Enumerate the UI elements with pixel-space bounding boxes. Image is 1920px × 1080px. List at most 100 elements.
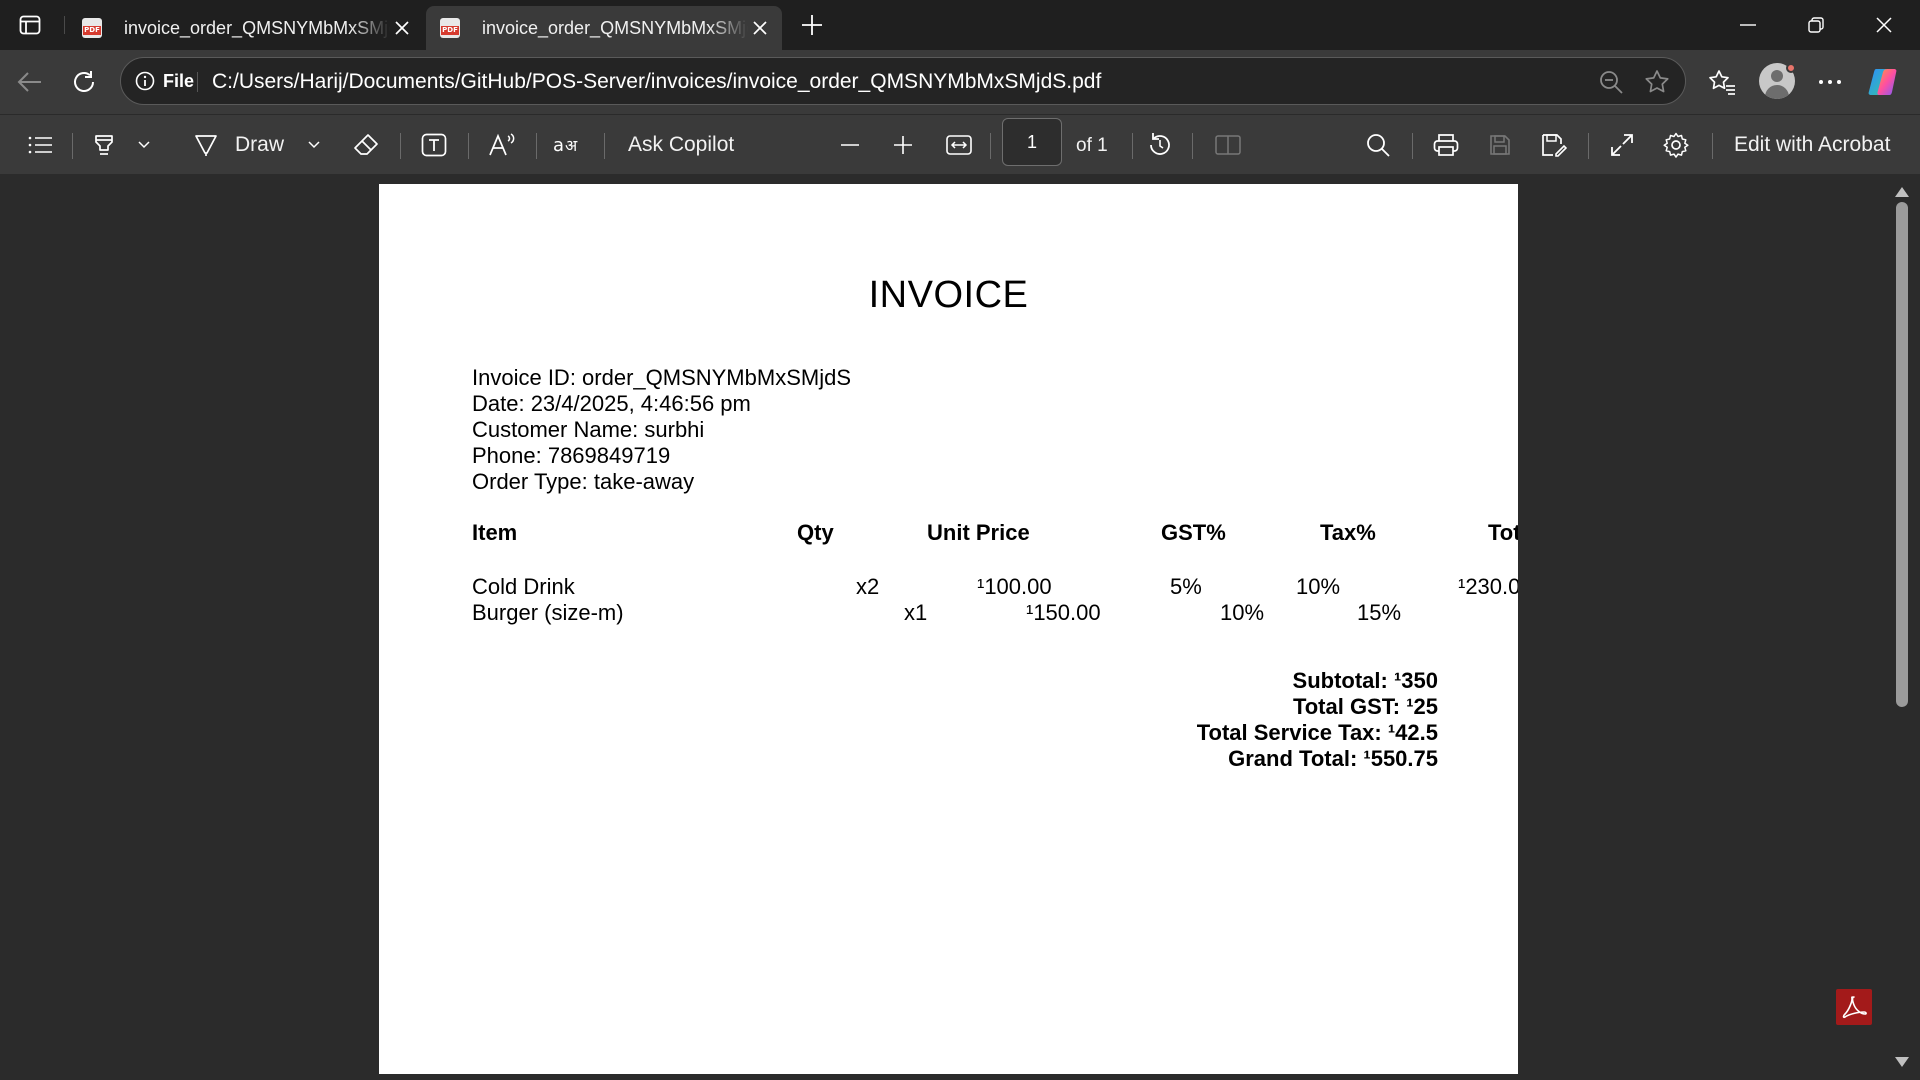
row-1-total: ¹230.0 [1458, 574, 1518, 599]
column-header-gst: GST% [1161, 520, 1226, 545]
adobe-acrobat-button[interactable] [1836, 989, 1872, 1025]
pdf-icon: PDF [440, 18, 460, 38]
close-window-button[interactable] [1856, 0, 1912, 50]
page-number-input[interactable] [1002, 118, 1062, 166]
zoom-button[interactable] [1597, 68, 1625, 96]
copilot-button[interactable] [1866, 64, 1902, 100]
favorite-button[interactable] [1643, 68, 1671, 96]
close-icon [753, 21, 767, 35]
print-button[interactable] [1430, 129, 1462, 161]
save-as-button[interactable] [1538, 129, 1570, 161]
gear-icon [1663, 132, 1689, 158]
invoice-id: Invoice ID: order_QMSNYMbMxSMjdS [472, 365, 851, 390]
close-tab-button[interactable] [390, 16, 414, 40]
highlight-button[interactable] [88, 129, 120, 161]
expand-icon [1611, 134, 1633, 156]
favorites-button[interactable] [1704, 64, 1740, 100]
minimize-button[interactable] [1720, 0, 1776, 50]
row-2-tax: 15% [1357, 600, 1402, 625]
toolbar-divider [1192, 133, 1193, 159]
scroll-up-button[interactable] [1894, 185, 1910, 199]
minus-icon [841, 144, 859, 146]
add-text-button[interactable] [418, 129, 450, 161]
fit-width-icon [946, 135, 972, 155]
row-1-qty: x2 [856, 574, 880, 599]
toolbar-divider [1412, 133, 1413, 159]
fit-to-width-button[interactable] [943, 129, 975, 161]
row-2-item: Burger (size-m) [472, 600, 624, 625]
scrollbar-thumb[interactable] [1896, 202, 1908, 707]
close-tab-button[interactable] [748, 16, 772, 40]
column-header-qty: Qty [797, 520, 834, 545]
more-icon [1819, 80, 1841, 84]
page-total: of 1 [1076, 135, 1108, 156]
toolbar-divider [1588, 133, 1589, 159]
print-icon [1433, 134, 1459, 156]
invoice-date: Date: 23/4/2025, 4:46:56 pm [472, 391, 751, 416]
svg-text:अ: अ [565, 136, 578, 155]
chevron-down-icon [138, 141, 150, 149]
settings-more-button[interactable] [1812, 64, 1848, 100]
row-2-gst: 10% [1220, 600, 1265, 625]
chevron-down-icon [308, 141, 320, 149]
highlighter-icon [95, 135, 113, 155]
draw-button[interactable]: Draw [235, 133, 284, 157]
rotate-icon [1150, 133, 1170, 155]
address-bar[interactable]: File C:/Users/Harij/Documents/GitHub/POS… [120, 57, 1686, 105]
rotate-button[interactable] [1144, 129, 1176, 161]
save-as-icon [1542, 134, 1567, 157]
scroll-down-button[interactable] [1894, 1055, 1910, 1069]
draw-icon-button[interactable] [190, 129, 222, 161]
tab-actions-button[interactable] [14, 11, 46, 39]
column-header-unit-price: Unit Price [927, 520, 1030, 545]
read-aloud-button[interactable] [486, 129, 518, 161]
toolbar-divider [1712, 133, 1713, 159]
new-tab-button[interactable] [796, 9, 828, 41]
total-gst: Total GST: ¹25 [1292, 694, 1438, 719]
pdf-settings-button[interactable] [1660, 129, 1692, 161]
draw-options-dropdown[interactable] [298, 129, 330, 161]
navigation-bar: File C:/Users/Harij/Documents/GitHub/POS… [0, 50, 1920, 114]
zoom-out-icon [1600, 71, 1623, 94]
invoice-title: INVOICE [868, 274, 1029, 316]
page-view-button[interactable] [1212, 129, 1244, 161]
save-icon [1490, 135, 1510, 155]
address-divider [197, 72, 198, 92]
tab-title: invoice_order_QMSNYMbMxSMjdS.pdf [124, 17, 390, 38]
row-2-unit-price: ¹150.00 [1026, 600, 1101, 625]
ask-copilot-button[interactable]: Ask Copilot [628, 133, 734, 157]
tab-strip: PDF invoice_order_QMSNYMbMxSMjdS.pdf PDF… [0, 0, 1920, 50]
restore-button[interactable] [1788, 0, 1844, 50]
edit-with-acrobat-button[interactable]: Edit with Acrobat [1734, 133, 1890, 157]
pdf-viewer: INVOICE Invoice ID: order_QMSNYMbMxSMjdS… [0, 175, 1920, 1080]
grand-total: Grand Total: ¹550.75 [1228, 746, 1438, 771]
tab-invoice-2[interactable]: PDF invoice_order_QMSNYMbMxSMjdS.pdf [426, 6, 782, 50]
zoom-in-button[interactable] [887, 129, 919, 161]
pdf-toolbar: Draw aअ Ask Copilot of 1 [0, 114, 1920, 174]
erase-button[interactable] [350, 129, 382, 161]
highlight-options-dropdown[interactable] [128, 129, 160, 161]
column-header-tax: Tax% [1320, 520, 1376, 545]
favorites-icon [1709, 70, 1735, 95]
url-text[interactable]: C:/Users/Harij/Documents/GitHub/POS-Serv… [212, 70, 1101, 94]
save-button[interactable] [1484, 129, 1516, 161]
tab-title: invoice_order_QMSNYMbMxSMjdS.pdf [482, 17, 748, 38]
zoom-out-button[interactable] [834, 129, 866, 161]
toolbar-divider [468, 133, 469, 159]
toolbar-divider [72, 133, 73, 159]
search-button[interactable] [1362, 129, 1394, 161]
row-1-item: Cold Drink [472, 574, 575, 599]
site-info-button[interactable]: File [131, 66, 198, 96]
translate-button[interactable]: aअ [553, 129, 585, 161]
toolbar-divider [604, 133, 605, 159]
toolbar-divider [990, 133, 991, 159]
refresh-button[interactable] [66, 64, 102, 100]
read-aloud-icon [489, 133, 515, 156]
close-icon [1876, 17, 1892, 33]
fullscreen-button[interactable] [1606, 129, 1638, 161]
contents-button[interactable] [24, 129, 56, 161]
back-button[interactable] [12, 64, 48, 100]
invoice-totals: Subtotal: ¹350 Total GST: ¹25 Total Serv… [1197, 668, 1438, 772]
plus-icon [894, 136, 912, 154]
tab-invoice-1[interactable]: PDF invoice_order_QMSNYMbMxSMjdS.pdf [68, 6, 424, 50]
